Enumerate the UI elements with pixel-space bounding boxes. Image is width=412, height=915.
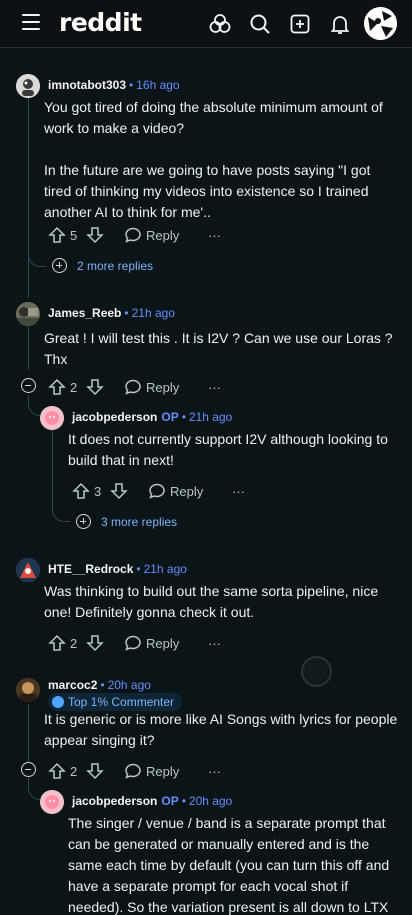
comment-text: It is generic or is more like AI Songs w…: [44, 711, 398, 748]
avatar[interactable]: [40, 790, 64, 814]
comment-header: marcoc2 • 20h ago: [48, 678, 151, 692]
search-icon[interactable]: [248, 12, 272, 36]
comment-text: Was thinking to build out the same sorta…: [44, 583, 379, 620]
thread-line: [28, 248, 46, 267]
menu-icon[interactable]: [22, 14, 40, 32]
comment-body: The singer / venue / band is a separate …: [68, 813, 400, 915]
username[interactable]: jacobpederson: [72, 410, 157, 424]
downvote-button[interactable]: [86, 224, 104, 246]
expand-icon: [52, 258, 67, 273]
thread-line: [28, 704, 29, 764]
overflow-menu-button[interactable]: ···: [228, 480, 245, 502]
timestamp[interactable]: 21h ago: [144, 562, 187, 576]
username[interactable]: HTE__Redrock: [48, 562, 133, 576]
op-badge: OP: [161, 794, 179, 808]
comment-text: The singer / venue / band is a separate …: [68, 815, 390, 915]
upvote-button[interactable]: 5: [48, 224, 77, 246]
overflow-menu-button[interactable]: ···: [204, 632, 221, 654]
comment-text: You got tired of doing the absolute mini…: [44, 99, 383, 136]
comment-actions: 5 Reply ···: [48, 224, 248, 246]
thread-line: [28, 322, 29, 370]
more-replies-link[interactable]: 2 more replies: [52, 258, 153, 273]
comment-header: jacobpederson OP • 20h ago: [72, 794, 233, 808]
reply-button[interactable]: Reply: [124, 376, 179, 398]
timestamp[interactable]: 16h ago: [136, 78, 179, 92]
comment-text: In the future are we going to have posts…: [44, 162, 371, 220]
avatar[interactable]: [16, 302, 40, 326]
thread-line: [52, 498, 70, 522]
thread-line: [28, 395, 40, 416]
comment-actions: 2 Reply ···: [48, 376, 248, 398]
vote-count: 2: [70, 379, 78, 395]
avatar[interactable]: [16, 678, 40, 702]
comment-body: It does not currently support I2V althou…: [68, 429, 388, 471]
overflow-menu-button[interactable]: ···: [204, 760, 221, 782]
avatar[interactable]: [16, 74, 40, 98]
collapse-thread-button[interactable]: [21, 762, 36, 777]
comment-header: James_Reeb • 21h ago: [48, 306, 175, 320]
downvote-button[interactable]: [86, 760, 104, 782]
downvote-button[interactable]: [86, 376, 104, 398]
reply-button[interactable]: Reply: [124, 224, 179, 246]
user-avatar[interactable]: [364, 7, 397, 40]
reply-button[interactable]: Reply: [124, 760, 179, 782]
reply-button[interactable]: Reply: [124, 632, 179, 654]
more-replies-link[interactable]: 3 more replies: [76, 514, 177, 529]
downvote-button[interactable]: [86, 632, 104, 654]
comment-body: You got tired of doing the absolute mini…: [44, 97, 400, 223]
collapse-thread-button[interactable]: [21, 378, 36, 393]
downvote-button[interactable]: [110, 480, 128, 502]
overflow-menu-button[interactable]: ···: [204, 224, 221, 246]
vote-count: 2: [70, 635, 78, 651]
op-badge: OP: [161, 410, 179, 424]
timestamp[interactable]: 20h ago: [108, 678, 151, 692]
comments-feed: imnotabot303 • 16h ago You got tired of do…: [0, 48, 412, 915]
comment-actions: 2 Reply ···: [48, 632, 248, 654]
vote-count: 2: [70, 763, 78, 779]
reddit-logo[interactable]: reddit: [59, 8, 142, 37]
avatar[interactable]: [40, 406, 64, 430]
create-post-icon[interactable]: [288, 12, 312, 36]
comment-header: jacobpederson OP • 21h ago: [72, 410, 233, 424]
thread-line: [28, 778, 40, 800]
upvote-button[interactable]: 2: [48, 632, 77, 654]
username[interactable]: imnotabot303: [48, 78, 126, 92]
expand-icon: [76, 514, 91, 529]
upvote-button[interactable]: 2: [48, 760, 77, 782]
commenter-badge-icon: [52, 696, 64, 708]
comment-actions: 3 Reply ···: [72, 480, 272, 502]
timestamp[interactable]: 21h ago: [132, 306, 175, 320]
loading-spinner: [301, 656, 332, 687]
popular-icon[interactable]: [208, 12, 232, 36]
username[interactable]: James_Reeb: [48, 306, 121, 320]
comment-header: imnotabot303 • 16h ago: [48, 78, 180, 92]
comment-body: Was thinking to build out the same sorta…: [44, 581, 400, 623]
thread-line: [28, 98, 29, 298]
top-bar: reddit: [0, 0, 412, 48]
comment-text: It does not currently support I2V althou…: [68, 431, 388, 468]
overflow-menu-button[interactable]: ···: [204, 376, 221, 398]
comment-body: It is generic or is more like AI Songs w…: [44, 709, 400, 751]
avatar[interactable]: [16, 558, 40, 582]
notifications-icon[interactable]: [328, 12, 352, 36]
comment-header: HTE__Redrock • 21h ago: [48, 562, 187, 576]
upvote-button[interactable]: 3: [72, 480, 101, 502]
vote-count: 3: [94, 483, 102, 499]
comment-actions: 2 Reply ···: [48, 760, 248, 782]
comment-body: Great ! I will test this . It is I2V ? C…: [44, 328, 400, 370]
upvote-button[interactable]: 2: [48, 376, 77, 398]
vote-count: 5: [70, 227, 78, 243]
comment-text: Great ! I will test this . It is I2V ? C…: [44, 330, 393, 367]
reply-button[interactable]: Reply: [148, 480, 203, 502]
username[interactable]: jacobpederson: [72, 794, 157, 808]
timestamp[interactable]: 21h ago: [189, 410, 232, 424]
username[interactable]: marcoc2: [48, 678, 97, 692]
timestamp[interactable]: 20h ago: [189, 794, 232, 808]
